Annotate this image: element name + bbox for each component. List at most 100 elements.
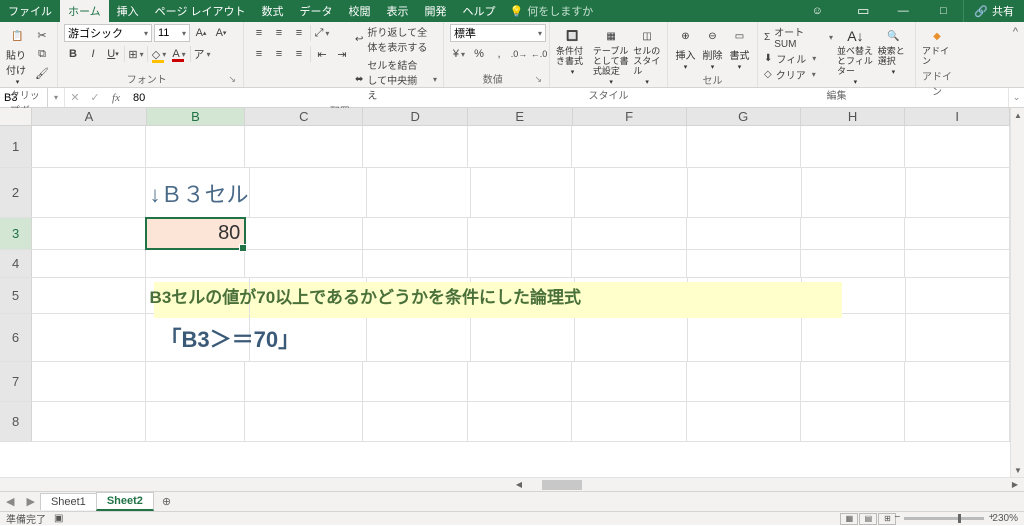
cell-E3[interactable] [468,218,573,249]
cell-D3[interactable] [363,218,468,249]
share-button[interactable]: 🔗 共有 [963,0,1024,22]
cell-B7[interactable] [146,362,245,401]
number-launcher[interactable]: ↘ [534,74,542,85]
cell-C1[interactable] [245,126,363,167]
comma-format-button[interactable]: , [490,45,508,63]
column-header-F[interactable]: F [573,108,687,125]
row-header-4[interactable]: 4 [0,250,32,277]
minimize-button[interactable]: — [883,0,923,22]
cell-G4[interactable] [687,250,801,277]
cell-I2[interactable] [906,168,1010,217]
decrease-decimal-button[interactable]: ←.0 [530,45,548,63]
cell-G8[interactable] [687,402,801,441]
cell-D8[interactable] [363,402,468,441]
cell-F2[interactable] [575,168,688,217]
delete-cells-button[interactable]: ⊖削除▾ [701,24,724,71]
tab-home[interactable]: ホーム [60,0,109,22]
cell-F6[interactable] [575,314,688,361]
row-header-3[interactable]: 3 [0,218,32,249]
cell-C8[interactable] [245,402,363,441]
accounting-format-button[interactable]: ¥ [450,45,468,63]
vertical-scrollbar[interactable]: ▲ ▼ [1010,108,1024,477]
font-name-combo[interactable]: 游ゴシック [64,24,152,42]
zoom-level-label[interactable]: 230% [992,513,1018,524]
column-header-G[interactable]: G [687,108,801,125]
number-format-combo[interactable]: 標準 [450,24,546,42]
cell-F8[interactable] [572,402,686,441]
tab-developer[interactable]: 開発 [417,0,455,22]
cell-F1[interactable] [572,126,686,167]
cell-G6[interactable] [688,314,801,361]
bold-button[interactable]: B [64,45,82,63]
cell-D1[interactable] [363,126,468,167]
format-as-table-button[interactable]: ▦テーブルとして書式設定▾ [593,24,629,86]
cell-H3[interactable] [801,218,906,249]
zoom-slider[interactable]: −+ [904,517,984,520]
increase-decimal-button[interactable]: .0→ [510,45,528,63]
conditional-formatting-button[interactable]: 🔲条件付き書式▾ [556,24,589,76]
cell-D6[interactable] [367,314,471,361]
clear-button[interactable]: ◇クリア [764,67,833,82]
row-header-2[interactable]: 2 [0,168,32,217]
decrease-indent-button[interactable]: ⇤ [313,45,331,63]
row-header-5[interactable]: 5 [0,278,32,313]
normal-view-button[interactable]: ▦ [840,513,858,525]
maximize-button[interactable]: □ [923,0,963,22]
cell-A6[interactable] [32,314,145,361]
tab-insert[interactable]: 挿入 [109,0,147,22]
percent-format-button[interactable]: % [470,45,488,63]
macro-record-icon[interactable]: ▣ [54,513,63,524]
column-header-B[interactable]: B [147,108,246,125]
cell-C4[interactable] [245,250,363,277]
ribbon-options-icon[interactable]: ▭ [843,0,883,22]
collapse-ribbon-icon[interactable]: ^ [1013,26,1018,38]
cell-C2[interactable] [250,168,367,217]
format-cells-button[interactable]: ▭書式▾ [728,24,751,71]
cell-F3[interactable] [572,218,686,249]
column-header-D[interactable]: D [363,108,468,125]
wrap-text-button[interactable]: ↩折り返して全体を表示する [355,24,437,54]
align-bottom-button[interactable]: ≡ [290,24,308,42]
cell-E8[interactable] [468,402,573,441]
find-select-button[interactable]: 🔍検索と選択▾ [878,24,909,76]
cell-D2[interactable] [367,168,471,217]
font-size-combo[interactable]: 11 [154,24,190,42]
cell-E2[interactable] [471,168,575,217]
cut-button[interactable]: ✂ [33,26,51,44]
enter-formula-button[interactable]: ✓ [85,91,105,104]
cell-H2[interactable] [802,168,906,217]
cell-E4[interactable] [468,250,573,277]
cell-B3[interactable]: 80 [146,218,245,249]
cell-I5[interactable] [906,278,1010,313]
cell-E7[interactable] [468,362,573,401]
fill-color-button[interactable]: ◇ [150,45,168,63]
tab-file[interactable]: ファイル [0,0,60,22]
decrease-font-button[interactable]: A▾ [212,24,230,42]
feedback-icon[interactable]: ☺ [797,0,837,22]
cell-B8[interactable] [146,402,245,441]
align-top-button[interactable]: ≡ [250,24,268,42]
sheet-tab-sheet1[interactable]: Sheet1 [40,493,97,510]
sheet-tab-sheet2[interactable]: Sheet2 [96,492,154,511]
column-header-C[interactable]: C [245,108,363,125]
cell-C7[interactable] [245,362,363,401]
cell-H6[interactable] [802,314,906,361]
cell-A4[interactable] [32,250,146,277]
column-header-H[interactable]: H [801,108,906,125]
cell-A3[interactable] [32,218,146,249]
new-sheet-button[interactable]: ⊕ [154,495,179,508]
paste-button[interactable]: 📋 貼り付け ▾ [6,24,29,86]
cell-H1[interactable] [801,126,906,167]
cell-B4[interactable] [146,250,245,277]
cell-B1[interactable] [146,126,245,167]
font-color-button[interactable]: A [170,45,188,63]
cell-styles-button[interactable]: ◫セルのスタイル▾ [633,24,661,86]
scroll-right-icon[interactable]: ▶ [1008,478,1022,492]
borders-button[interactable]: ⊞ [127,45,145,63]
sheet-nav-prev[interactable]: ◀ [0,495,20,508]
cell-B5[interactable]: B3セルの値が70以上であるかどうかを条件にした論理式 [146,278,250,313]
expand-formula-bar-button[interactable]: ⌄ [1008,88,1024,107]
page-layout-view-button[interactable]: ▤ [859,513,877,525]
cell-E6[interactable] [471,314,575,361]
format-painter-button[interactable]: 🖌 [33,64,51,82]
